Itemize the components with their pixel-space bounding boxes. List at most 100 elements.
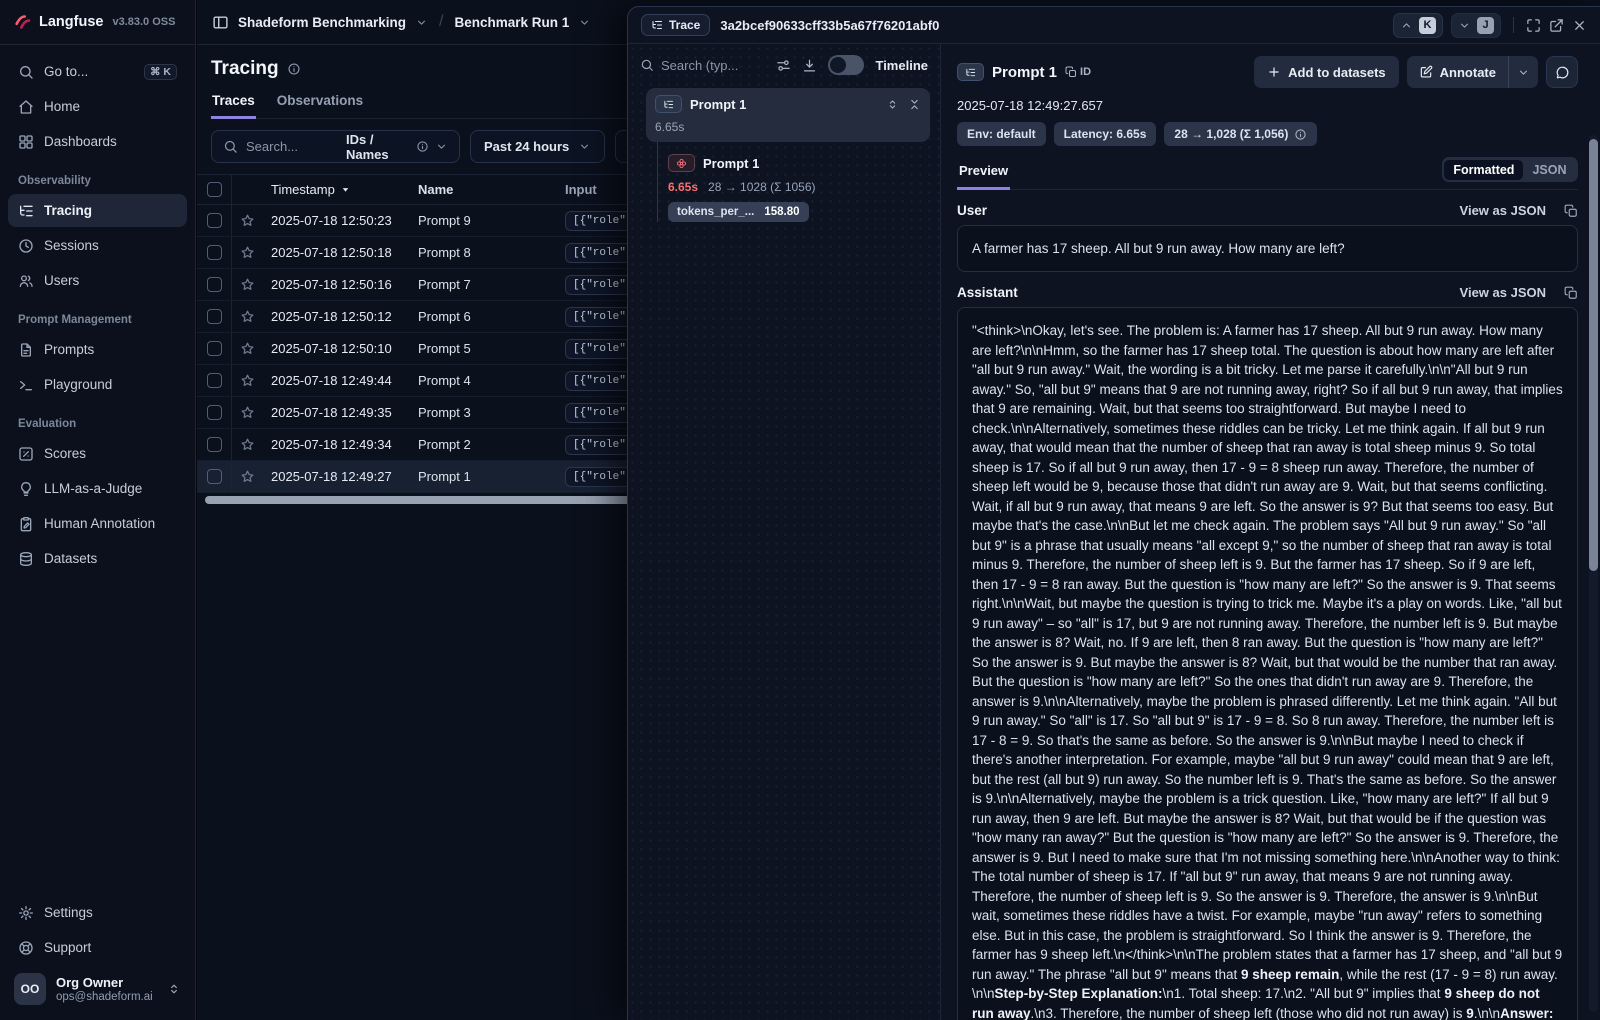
langfuse-logo-icon — [14, 13, 32, 31]
tree-search-box[interactable] — [640, 58, 765, 73]
row-name: Prompt 3 — [409, 405, 556, 420]
next-trace-button[interactable]: J — [1451, 13, 1501, 38]
row-timestamp: 2025-07-18 12:50:23 — [263, 213, 409, 228]
id-label: ID — [1080, 66, 1091, 78]
trace-detail-drawer: Trace 3a2bcef90633cff33b5a67f76201abf0 K… — [627, 6, 1600, 1020]
sidebar-item-human-annotation[interactable]: Human Annotation — [8, 507, 187, 540]
observation-timestamp: 2025-07-18 12:49:27.657 — [957, 98, 1578, 113]
divider — [1513, 17, 1514, 33]
search-type-label: IDs / Names — [346, 132, 410, 162]
row-checkbox[interactable] — [207, 245, 222, 260]
sidebar-item-label: Prompts — [44, 342, 94, 357]
sidebar-item-prompts[interactable]: Prompts — [8, 333, 187, 366]
comments-button[interactable] — [1546, 56, 1578, 88]
row-checkbox[interactable] — [207, 405, 222, 420]
copy-icon[interactable] — [1564, 286, 1578, 300]
project-breadcrumb[interactable]: Benchmark Run 1 — [455, 15, 570, 30]
row-checkbox[interactable] — [207, 213, 222, 228]
open-in-new-icon[interactable] — [1549, 18, 1564, 33]
sidebar-item-sessions[interactable]: Sessions — [8, 229, 187, 262]
user-message-box: A farmer has 17 sheep. All but 9 run awa… — [957, 225, 1578, 272]
terminal-icon — [18, 377, 34, 393]
bookmark-star-icon[interactable] — [240, 277, 255, 292]
users-icon — [18, 273, 34, 289]
sidebar-item-playground[interactable]: Playground — [8, 368, 187, 401]
sidebar-item-datasets[interactable]: Datasets — [8, 542, 187, 575]
search-icon — [18, 64, 34, 80]
sidebar-item-support[interactable]: Support — [8, 931, 187, 964]
fold-vertical-icon[interactable] — [908, 98, 921, 111]
row-timestamp: 2025-07-18 12:49:27 — [263, 469, 409, 484]
column-header-input[interactable]: Input — [565, 182, 597, 197]
row-checkbox[interactable] — [207, 309, 222, 324]
bookmark-star-icon[interactable] — [240, 373, 255, 388]
sliders-icon[interactable] — [776, 58, 791, 73]
bookmark-star-icon[interactable] — [240, 245, 255, 260]
sidebar-item-scores[interactable]: Scores — [8, 437, 187, 470]
row-name: Prompt 1 — [409, 469, 556, 484]
unfold-vertical-icon[interactable] — [886, 98, 899, 111]
format-json[interactable]: JSON — [1523, 160, 1575, 180]
view-as-json-link[interactable]: View as JSON — [1460, 203, 1546, 218]
bookmark-star-icon[interactable] — [240, 469, 255, 484]
sidebar-item-llm-as-a-judge[interactable]: LLM-as-a-Judge — [8, 472, 187, 505]
column-header-timestamp[interactable]: Timestamp — [271, 182, 335, 197]
copy-icon[interactable] — [1564, 204, 1578, 218]
tab-observations[interactable]: Observations — [276, 93, 364, 118]
bookmark-star-icon[interactable] — [240, 309, 255, 324]
token-usage-badge[interactable]: 28 → 1,028 (Σ 1,056) — [1164, 122, 1317, 146]
bookmark-star-icon[interactable] — [240, 405, 255, 420]
close-icon[interactable] — [1572, 18, 1587, 33]
add-to-datasets-button[interactable]: Add to datasets — [1254, 56, 1399, 88]
search-type-select[interactable]: IDs / Names — [346, 132, 448, 162]
trace-search-input[interactable] — [246, 139, 338, 154]
sidebar-item-label: Settings — [44, 905, 93, 920]
scrollbar-thumb[interactable] — [1589, 139, 1598, 571]
row-checkbox[interactable] — [207, 469, 222, 484]
timeline-toggle[interactable] — [828, 55, 864, 75]
column-header-name[interactable]: Name — [418, 182, 453, 197]
copy-id-button[interactable]: ID — [1065, 66, 1091, 78]
expand-icon[interactable] — [1526, 18, 1541, 33]
annotate-dropdown-button[interactable] — [1508, 56, 1538, 88]
observation-title: Prompt 1 — [992, 64, 1057, 81]
info-icon[interactable] — [287, 62, 301, 76]
goto-button[interactable]: Go to... ⌘ K — [8, 55, 187, 88]
select-all-checkbox[interactable] — [207, 182, 222, 197]
row-checkbox[interactable] — [207, 341, 222, 356]
format-formatted[interactable]: Formatted — [1444, 160, 1523, 180]
bookmark-star-icon[interactable] — [240, 437, 255, 452]
annotate-button[interactable]: Annotate — [1407, 56, 1508, 88]
brand-version: v3.83.0 OSS — [112, 16, 175, 28]
tokens-per-second-badge[interactable]: tokens_per_... 158.80 — [668, 202, 809, 222]
sort-desc-icon[interactable] — [340, 184, 351, 195]
bookmark-star-icon[interactable] — [240, 213, 255, 228]
sidebar-item-users[interactable]: Users — [8, 264, 187, 297]
account-menu[interactable]: OO Org Owner ops@shadeform.ai — [8, 966, 187, 1012]
view-as-json-link[interactable]: View as JSON — [1460, 285, 1546, 300]
time-range-filter[interactable]: Past 24 hours — [470, 130, 605, 163]
tab-traces[interactable]: Traces — [211, 93, 256, 119]
prev-trace-button[interactable]: K — [1393, 13, 1443, 38]
bookmark-star-icon[interactable] — [240, 341, 255, 356]
org-breadcrumb[interactable]: Shadeform Benchmarking — [238, 15, 406, 30]
sidebar-item-tracing[interactable]: Tracing — [8, 194, 187, 227]
sidebar-item-home[interactable]: Home — [8, 90, 187, 123]
trace-search-box[interactable]: IDs / Names — [211, 130, 460, 163]
chevron-down-icon[interactable] — [415, 16, 428, 29]
sidebar-item-dashboards[interactable]: Dashboards — [8, 125, 187, 158]
chevron-updown-icon — [167, 982, 181, 996]
chevron-down-icon[interactable] — [578, 16, 591, 29]
sidebar-item-settings[interactable]: Settings — [8, 896, 187, 929]
tree-node-trace[interactable]: Prompt 1 6.65s — [646, 88, 930, 142]
tree-node-generation[interactable]: Prompt 1 — [668, 154, 930, 172]
row-checkbox[interactable] — [207, 277, 222, 292]
sidebar-item-label: Playground — [44, 377, 112, 392]
tab-preview[interactable]: Preview — [957, 163, 1010, 190]
row-checkbox[interactable] — [207, 373, 222, 388]
tree-search-input[interactable] — [661, 58, 747, 73]
download-icon[interactable] — [802, 58, 817, 73]
row-checkbox[interactable] — [207, 437, 222, 452]
row-name: Prompt 4 — [409, 373, 556, 388]
panel-left-toggle-icon[interactable] — [212, 14, 229, 31]
